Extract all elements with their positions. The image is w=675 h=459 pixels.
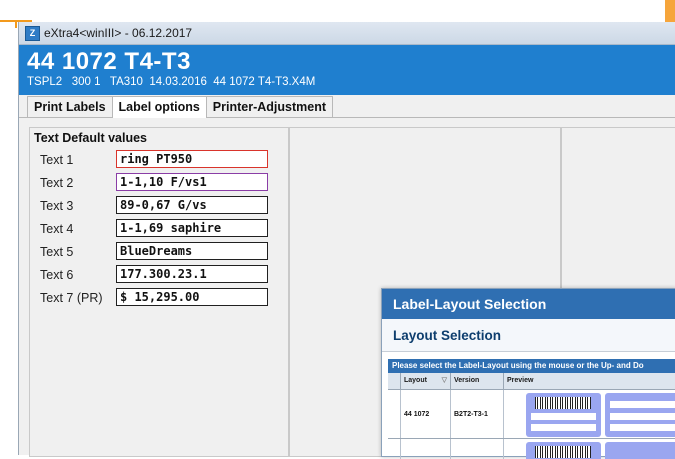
- preview-label-2: [605, 393, 675, 437]
- text-defaults-panel: Text Default values Text 1 ring PT950 Te…: [29, 127, 289, 457]
- tab-label-options[interactable]: Label options: [111, 96, 207, 118]
- text-2-label: Text 2: [40, 176, 74, 190]
- tab-print-labels[interactable]: Print Labels: [27, 96, 113, 117]
- label-number-title: 44 1072 T4-T3: [27, 48, 191, 75]
- title-bar[interactable]: Z eXtra4<winIII> - 06.12.2017: [19, 22, 675, 45]
- tab-bar: Print Labels Label options Printer-Adjus…: [19, 95, 675, 118]
- preview-label-3: [526, 442, 601, 459]
- label-layout-dialog: Label-Layout Selection Layout Selection …: [381, 288, 675, 459]
- sort-icon: ▽: [441, 377, 447, 384]
- text-7-label: Text 7 (PR): [40, 291, 103, 305]
- text-1-label: Text 1: [40, 153, 74, 167]
- text-row-3: Text 3 89-0,67 G/vs: [40, 196, 290, 216]
- barcode-icon: [535, 446, 591, 458]
- preview-text-line: [531, 424, 596, 431]
- row-indicator: [388, 390, 401, 438]
- text-1-field[interactable]: ring PT950: [116, 150, 268, 168]
- app-icon: Z: [25, 25, 40, 41]
- column-header-version[interactable]: Version: [451, 373, 504, 389]
- text-2-field[interactable]: 1-1,10 F/vs1: [116, 173, 268, 191]
- text-4-field[interactable]: 1-1,69 saphire: [116, 219, 268, 237]
- dialog-heading: Layout Selection: [382, 319, 675, 352]
- text-row-7: Text 7 (PR) $ 15,295.00: [40, 288, 290, 308]
- text-6-field[interactable]: 177.300.23.1: [116, 265, 268, 283]
- instruction-bar: Please select the Label-Layout using the…: [388, 359, 675, 373]
- panel-title: Text Default values: [34, 131, 148, 145]
- layout-grid: Please select the Label-Layout using the…: [388, 359, 675, 459]
- text-row-5: Text 5 BlueDreams: [40, 242, 290, 262]
- text-3-field[interactable]: 89-0,67 G/vs: [116, 196, 268, 214]
- preview-text-line: [610, 401, 675, 408]
- column-header-layout[interactable]: Layout ▽: [401, 373, 451, 389]
- document-header: 44 1072 T4-T3 TSPL2 300 1 TA310 14.03.20…: [19, 45, 675, 95]
- text-3-label: Text 3: [40, 199, 74, 213]
- text-6-label: Text 6: [40, 268, 74, 282]
- preview-label-4: [605, 442, 675, 459]
- dialog-title-bar[interactable]: Label-Layout Selection: [382, 289, 675, 319]
- grid-header: Layout ▽ Version Preview: [388, 373, 675, 390]
- preview-text-line: [610, 424, 675, 431]
- table-row[interactable]: 44 1072 B2T2-T3-1: [388, 390, 675, 439]
- cell-version: [451, 439, 504, 459]
- text-5-label: Text 5: [40, 245, 74, 259]
- row-indicator-header: [388, 373, 401, 389]
- cell-layout: [401, 439, 451, 459]
- layout-preview: [504, 390, 675, 438]
- barcode-icon: [535, 397, 591, 409]
- cell-layout: 44 1072: [401, 390, 451, 438]
- accent-tick: [15, 20, 17, 28]
- text-7-field[interactable]: $ 15,295.00: [116, 288, 268, 306]
- label-info-line: TSPL2 300 1 TA310 14.03.2016 44 1072 T4-…: [27, 76, 316, 88]
- layout-header-label: Layout: [404, 377, 427, 384]
- column-header-preview[interactable]: Preview: [504, 373, 675, 389]
- preview-label-1: [526, 393, 601, 437]
- row-indicator: [388, 439, 401, 459]
- table-row[interactable]: [388, 439, 675, 459]
- window-title: eXtra4<winIII> - 06.12.2017: [44, 26, 193, 40]
- text-row-2: Text 2 1-1,10 F/vs1: [40, 173, 290, 193]
- cell-version: B2T2-T3-1: [451, 390, 504, 438]
- text-row-1: Text 1 ring PT950: [40, 150, 290, 170]
- preview-text-line: [610, 413, 675, 420]
- text-5-field[interactable]: BlueDreams: [116, 242, 268, 260]
- text-row-6: Text 6 177.300.23.1: [40, 265, 290, 285]
- preview-text-line: [531, 413, 596, 420]
- layout-preview: [504, 439, 675, 459]
- tab-printer-adjustment[interactable]: Printer-Adjustment: [205, 96, 333, 117]
- text-row-4: Text 4 1-1,69 saphire: [40, 219, 290, 239]
- text-4-label: Text 4: [40, 222, 74, 236]
